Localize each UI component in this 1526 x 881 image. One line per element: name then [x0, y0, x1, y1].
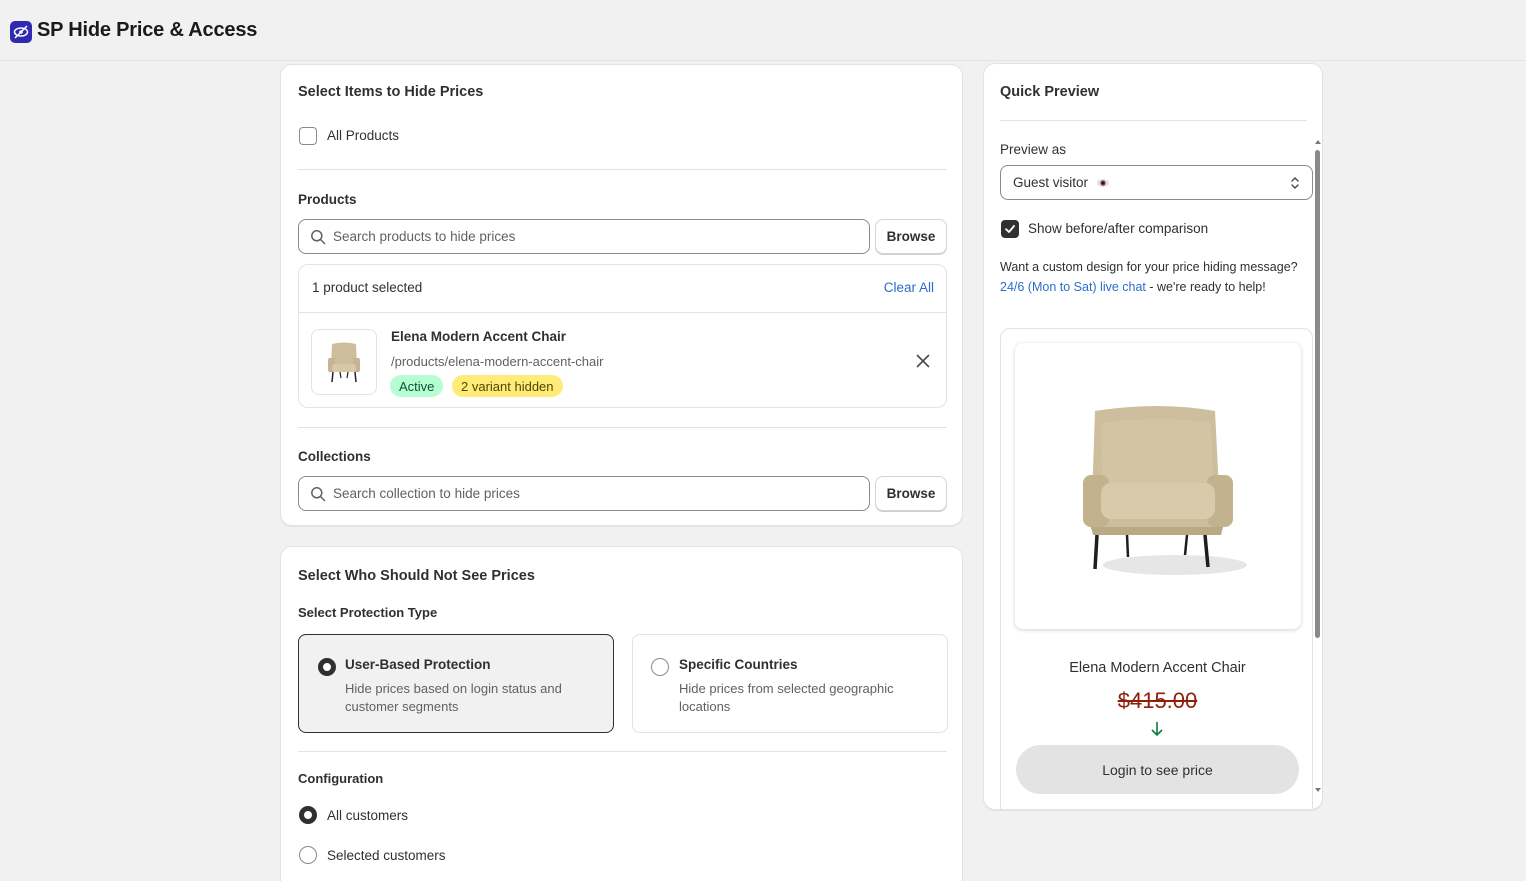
option-title: User-Based Protection — [345, 657, 491, 672]
clear-all-link[interactable]: Clear All — [884, 280, 934, 295]
user-based-protection-option[interactable]: User-Based Protection Hide prices based … — [298, 634, 614, 733]
user-based-radio[interactable] — [318, 658, 336, 676]
divider — [1000, 120, 1307, 121]
all-products-checkbox[interactable] — [299, 127, 317, 145]
preview-as-label: Preview as — [1000, 142, 1067, 157]
product-thumbnail — [311, 329, 377, 395]
close-icon — [916, 354, 930, 368]
variant-badge: 2 variant hidden — [452, 375, 563, 397]
option-desc: Hide prices from selected geographic loc… — [679, 681, 894, 714]
browse-products-button[interactable]: Browse — [875, 219, 947, 254]
comparison-label: Show before/after comparison — [1028, 221, 1209, 236]
status-badge: Active — [390, 375, 444, 397]
preview-as-value: Guest visitor — [1013, 175, 1089, 190]
search-icon — [311, 486, 326, 501]
help-text: Want a custom design for your price hidi… — [1000, 258, 1310, 297]
products-search-input[interactable]: Search products to hide prices — [298, 219, 870, 254]
select-items-card: Select Items to Hide Prices All Products… — [280, 64, 963, 526]
product-handle: /products/elena-modern-accent-chair — [391, 354, 604, 369]
browse-collections-button[interactable]: Browse — [875, 476, 947, 511]
eye-icon — [1096, 178, 1110, 188]
product-image-card — [1015, 343, 1301, 629]
selected-products-box: 1 product selected Clear All Elena Moder… — [298, 264, 947, 408]
option-title: Specific Countries — [679, 657, 798, 672]
select-who-card: Select Who Should Not See Prices Select … — [280, 546, 963, 881]
divider — [298, 427, 947, 428]
live-chat-link[interactable]: 24/6 (Mon to Sat) live chat — [1000, 280, 1146, 294]
preview-as-select[interactable]: Guest visitor — [1000, 165, 1313, 200]
scrollbar-thumb[interactable] — [1315, 150, 1320, 638]
preview-scrollbar[interactable] — [1314, 140, 1322, 800]
selected-count: 1 product selected — [312, 280, 423, 295]
help-text-before: Want a custom design for your price hidi… — [1000, 260, 1298, 274]
all-customers-label: All customers — [327, 808, 409, 823]
preview-product-name: Elena Modern Accent Chair — [1069, 660, 1246, 676]
arrow-down-icon — [1150, 721, 1164, 740]
app-header: SP Hide Price & Access — [0, 0, 1526, 61]
chair-image — [328, 342, 360, 383]
app-title: SP Hide Price & Access — [37, 19, 258, 41]
eye-off-icon — [10, 21, 32, 43]
select-chevron-icon — [1290, 175, 1300, 194]
collections-search-placeholder: Search collection to hide prices — [333, 486, 520, 501]
help-text-after: - we're ready to help! — [1149, 279, 1266, 294]
comparison-checkbox[interactable] — [1001, 220, 1019, 238]
card-title: Quick Preview — [1000, 84, 1100, 100]
divider — [299, 312, 946, 313]
products-search-placeholder: Search products to hide prices — [333, 229, 516, 244]
protection-type-label: Select Protection Type — [298, 605, 438, 620]
option-desc: Hide prices based on login status and cu… — [345, 681, 562, 714]
chair-image — [1083, 406, 1247, 575]
all-customers-radio[interactable] — [299, 806, 317, 824]
old-price: $415.00 — [1117, 688, 1198, 713]
card-title: Select Who Should Not See Prices — [298, 568, 535, 584]
all-products-label: All Products — [327, 128, 400, 143]
checkmark-icon — [1005, 225, 1015, 233]
scroll-down-arrow[interactable] — [1315, 788, 1321, 792]
collections-search-input[interactable]: Search collection to hide prices — [298, 476, 870, 511]
selected-customers-label: Selected customers — [327, 848, 446, 863]
login-to-see-price-button[interactable]: Login to see price — [1016, 745, 1299, 794]
collections-label: Collections — [298, 449, 371, 464]
divider — [298, 751, 947, 752]
scroll-up-arrow[interactable] — [1315, 140, 1321, 144]
specific-countries-radio[interactable] — [651, 658, 669, 676]
search-icon — [311, 229, 326, 244]
selected-customers-radio[interactable] — [299, 846, 317, 864]
products-label: Products — [298, 192, 357, 207]
configuration-label: Configuration — [298, 771, 384, 786]
remove-product-button[interactable] — [916, 354, 930, 368]
product-name: Elena Modern Accent Chair — [391, 329, 567, 344]
card-title: Select Items to Hide Prices — [298, 84, 484, 100]
specific-countries-option[interactable]: Specific Countries Hide prices from sele… — [632, 634, 948, 733]
preview-frame: Elena Modern Accent Chair $415.00 Login … — [1000, 328, 1313, 809]
quick-preview-card: Quick Preview Preview as Guest visitor S… — [983, 63, 1323, 810]
divider — [298, 169, 947, 170]
